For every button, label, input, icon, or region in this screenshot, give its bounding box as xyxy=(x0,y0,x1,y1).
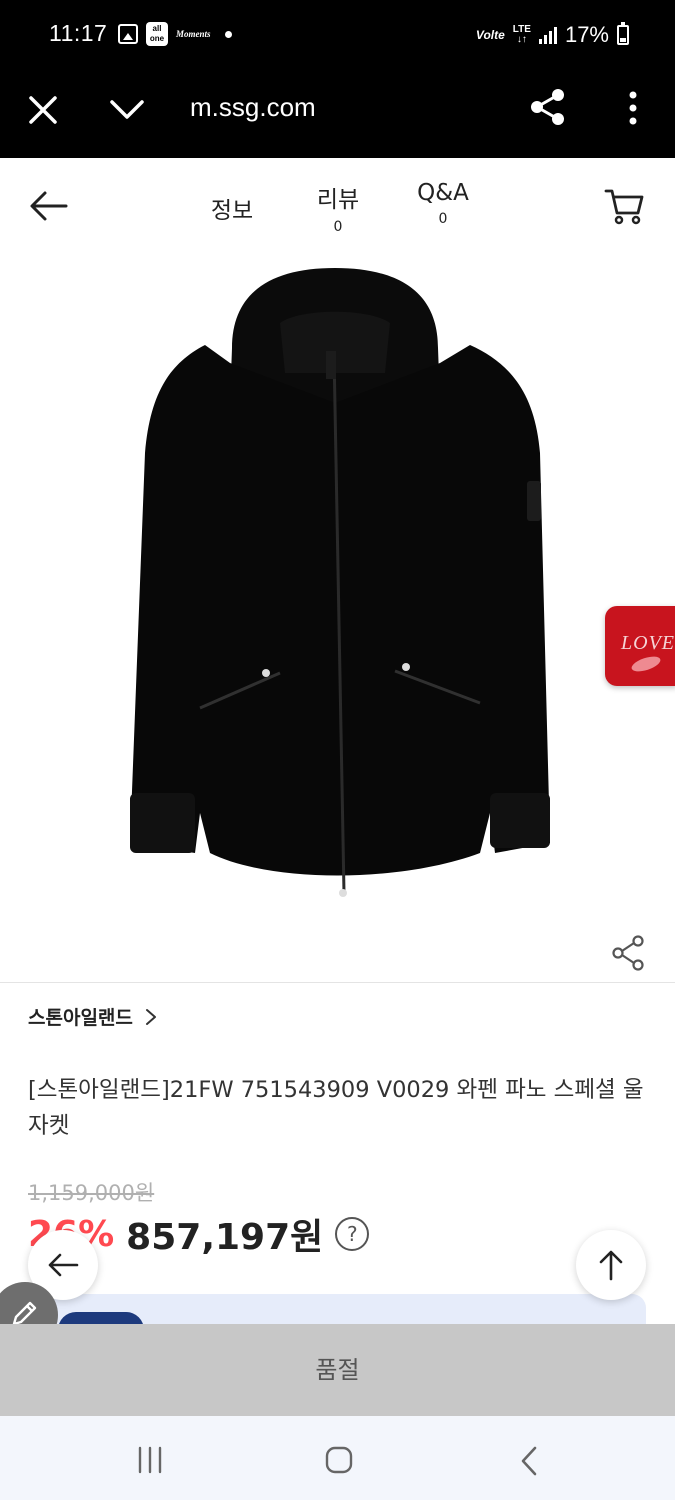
lips-icon xyxy=(629,653,663,675)
signal-icon xyxy=(538,26,557,44)
help-icon[interactable]: ? xyxy=(335,1217,370,1251)
tab-qna-label: Q&A xyxy=(417,180,469,206)
qna-count: 0 xyxy=(438,211,448,227)
share-icon[interactable] xyxy=(609,934,647,972)
review-count: 0 xyxy=(333,219,343,235)
tab-review-label: 리뷰 xyxy=(316,187,360,213)
scroll-top-button[interactable] xyxy=(576,1230,646,1300)
cart-icon[interactable] xyxy=(603,184,645,226)
brand-link[interactable]: 스톤아일랜드 xyxy=(28,1003,157,1030)
browser-toolbar: m.ssg.com xyxy=(0,72,675,158)
home-icon[interactable] xyxy=(324,1445,354,1475)
product-title: [스톤아일랜드]21FW 751543909 V0029 와펜 파노 스페셜 울… xyxy=(28,1077,644,1139)
status-time: 11:17 xyxy=(49,20,108,46)
nav-back-icon[interactable] xyxy=(518,1445,540,1477)
moments-icon: Moments xyxy=(176,29,211,39)
battery-icon xyxy=(617,22,629,45)
brand-name: 스톤아일랜드 xyxy=(28,1007,133,1029)
notification-icons: all one Moments xyxy=(118,22,232,46)
more-notifications-dot xyxy=(224,30,232,38)
tab-review[interactable]: 리뷰 0 xyxy=(312,180,364,235)
sale-price: 857,197원 xyxy=(126,1217,324,1258)
recents-icon[interactable] xyxy=(135,1446,165,1474)
arrow-up-icon xyxy=(599,1250,623,1281)
tab-info[interactable]: 정보 xyxy=(205,191,259,225)
tab-qna[interactable]: Q&A 0 xyxy=(412,180,474,227)
soldout-button[interactable]: 품절 xyxy=(0,1324,675,1416)
original-price: 1,159,000원 xyxy=(28,1181,155,1205)
system-icons: Volte LTE ↓↑ 17% xyxy=(476,22,629,48)
chevron-down-icon[interactable] xyxy=(106,92,148,126)
more-vert-icon[interactable] xyxy=(620,89,646,129)
love-badge[interactable]: LOVE xyxy=(605,606,675,686)
url-bar[interactable]: m.ssg.com xyxy=(190,92,316,123)
divider xyxy=(0,982,675,983)
lte-icon: LTE ↓↑ xyxy=(512,24,531,45)
back-arrow-icon xyxy=(48,1253,79,1277)
share-icon[interactable] xyxy=(528,87,568,127)
volte-icon: Volte xyxy=(475,28,505,42)
chevron-right-icon xyxy=(145,1008,156,1025)
tab-info-label: 정보 xyxy=(210,198,254,224)
back-arrow-icon[interactable] xyxy=(28,188,70,224)
battery-percent: 17% xyxy=(564,22,609,47)
jacket-image xyxy=(130,268,550,897)
allone-icon: all one xyxy=(146,22,168,46)
love-badge-label: LOVE xyxy=(621,632,675,654)
close-icon[interactable] xyxy=(26,93,60,127)
gallery-icon xyxy=(118,24,138,44)
product-header: 정보 리뷰 0 Q&A 0 xyxy=(0,158,675,253)
status-bar: 11:17 all one Moments Volte LTE ↓↑ 17% xyxy=(0,0,675,72)
system-navigation-bar xyxy=(0,1416,675,1500)
product-image[interactable] xyxy=(0,253,675,913)
